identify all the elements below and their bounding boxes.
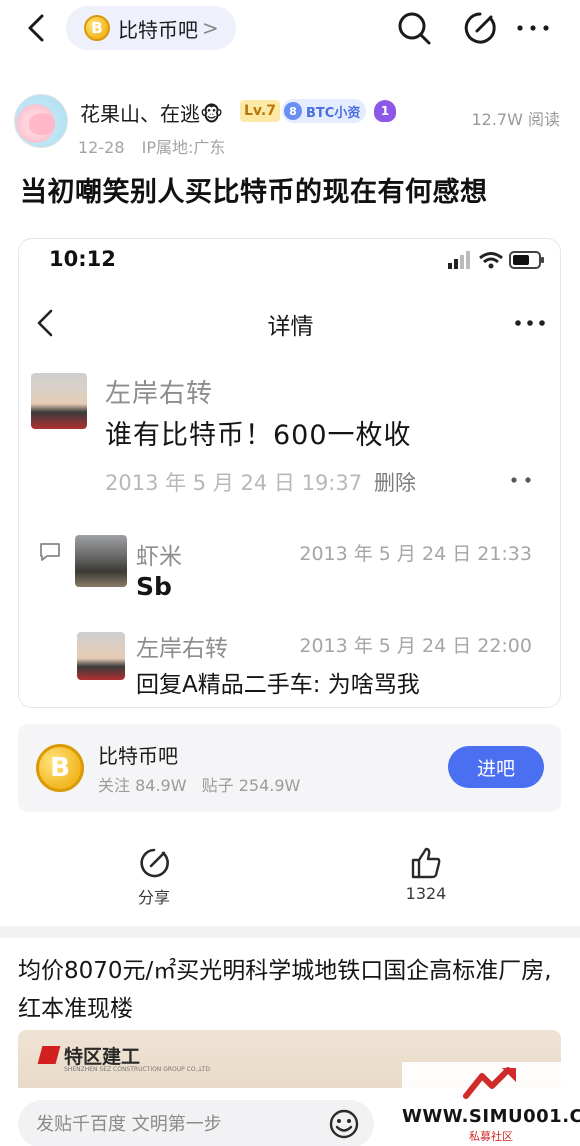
share-button[interactable]: 分享 bbox=[114, 846, 194, 908]
screenshot-comment-author: 虾米 bbox=[136, 544, 182, 570]
screenshot-dots-icon bbox=[511, 477, 531, 483]
screenshot-comment-avatar bbox=[75, 535, 127, 587]
screenshot-author: 左岸右转 bbox=[105, 379, 214, 409]
view-count: 12.7W 阅读 bbox=[471, 110, 560, 129]
ip-location: IP属地:广东 bbox=[141, 138, 226, 157]
status-icons bbox=[448, 251, 544, 269]
title-badge: 8 BTC小资 bbox=[282, 99, 367, 123]
join-forum-button[interactable]: 进吧 bbox=[448, 746, 544, 788]
screenshot-reply-avatar bbox=[77, 632, 125, 680]
post-title: 当初嘲笑别人买比特币的现在有何感想 bbox=[20, 177, 488, 208]
search-icon[interactable] bbox=[396, 10, 432, 46]
post-image[interactable]: 10:12 详情 左岸右转 谁有比特币！600一枚收 2013 年 5 月 24… bbox=[18, 238, 561, 708]
screenshot-reply-author: 左岸右转 bbox=[136, 636, 228, 662]
forum-card-name: 比特币吧 bbox=[98, 744, 178, 768]
screenshot-more-icon bbox=[515, 320, 545, 326]
post-meta: 12-28 IP属地:广东 bbox=[78, 134, 225, 158]
forum-chip[interactable]: B 比特币吧 > bbox=[66, 6, 236, 50]
screenshot-reply-content: 回复A精品二手车: 为啥骂我 bbox=[136, 672, 420, 698]
post-count: 贴子 254.9W bbox=[201, 776, 301, 795]
watermark: WWW.SIMU001.CN 私募社区 bbox=[402, 1062, 580, 1146]
forum-card[interactable]: B 比特币吧 关注 84.9W 贴子 254.9W 进吧 bbox=[18, 724, 561, 812]
ad-brand-sub: SHENZHEN SEZ CONSTRUCTION GROUP CO.,LTD bbox=[64, 1066, 210, 1073]
status-time: 10:12 bbox=[49, 247, 116, 271]
share-icon bbox=[140, 848, 169, 878]
forum-card-stats: 关注 84.9W 贴子 254.9W bbox=[98, 772, 300, 796]
ad-brand: 特区建工 bbox=[64, 1046, 141, 1068]
screenshot-avatar bbox=[31, 373, 87, 429]
edit-icon[interactable] bbox=[462, 10, 498, 46]
ad-title[interactable]: 均价8070元/㎡买光明科学城地铁口国企高标准厂房,红本准现楼 bbox=[18, 952, 563, 1028]
brand-logo-icon bbox=[37, 1046, 61, 1064]
section-divider bbox=[0, 926, 580, 938]
rank-badge-icon: 1 bbox=[374, 100, 396, 122]
screenshot-date: 2013 年 5 月 24 日 19:37 bbox=[105, 471, 363, 495]
watermark-logo-icon bbox=[463, 1067, 516, 1099]
back-arrow-icon[interactable] bbox=[22, 12, 52, 44]
title-badge-label: BTC小资 bbox=[306, 105, 361, 121]
follower-count: 关注 84.9W bbox=[98, 776, 187, 795]
chevron-right-icon: > bbox=[202, 16, 219, 40]
forum-name: 比特币吧 bbox=[118, 17, 198, 42]
bitcoin-logo-icon: B bbox=[36, 744, 84, 792]
share-label: 分享 bbox=[137, 888, 170, 907]
level-badge: Lv.7 bbox=[240, 100, 280, 122]
author-name[interactable]: 花果山、在逃🐵 bbox=[80, 98, 223, 127]
screenshot-comment-date: 2013 年 5 月 24 日 21:33 bbox=[299, 543, 532, 565]
watermark-url: WWW.SIMU001.CN bbox=[402, 1106, 580, 1127]
emoji-icon[interactable] bbox=[328, 1108, 360, 1140]
bitcoin-logo-icon: B bbox=[84, 15, 110, 41]
reply-input[interactable] bbox=[18, 1100, 374, 1146]
screenshot-reply-date: 2013 年 5 月 24 日 22:00 bbox=[299, 635, 532, 657]
screenshot-content: 谁有比特币！600一枚收 bbox=[105, 420, 412, 451]
screenshot-comment-content: Sb bbox=[136, 572, 172, 601]
post-date: 12-28 bbox=[78, 138, 125, 157]
screenshot-delete: 删除 bbox=[374, 471, 416, 495]
screenshot-page-title: 详情 bbox=[267, 314, 314, 340]
title-badge-number: 8 bbox=[284, 102, 302, 120]
like-count: 1324 bbox=[405, 884, 447, 903]
like-button[interactable]: 1324 bbox=[386, 846, 466, 903]
author-avatar[interactable] bbox=[14, 94, 68, 148]
more-icon[interactable] bbox=[516, 24, 550, 32]
thumbs-up-icon bbox=[411, 847, 441, 879]
top-nav-bar: B 比特币吧 > bbox=[0, 0, 580, 60]
watermark-sub: 私募社区 bbox=[469, 1130, 513, 1143]
comment-icon bbox=[40, 543, 60, 561]
